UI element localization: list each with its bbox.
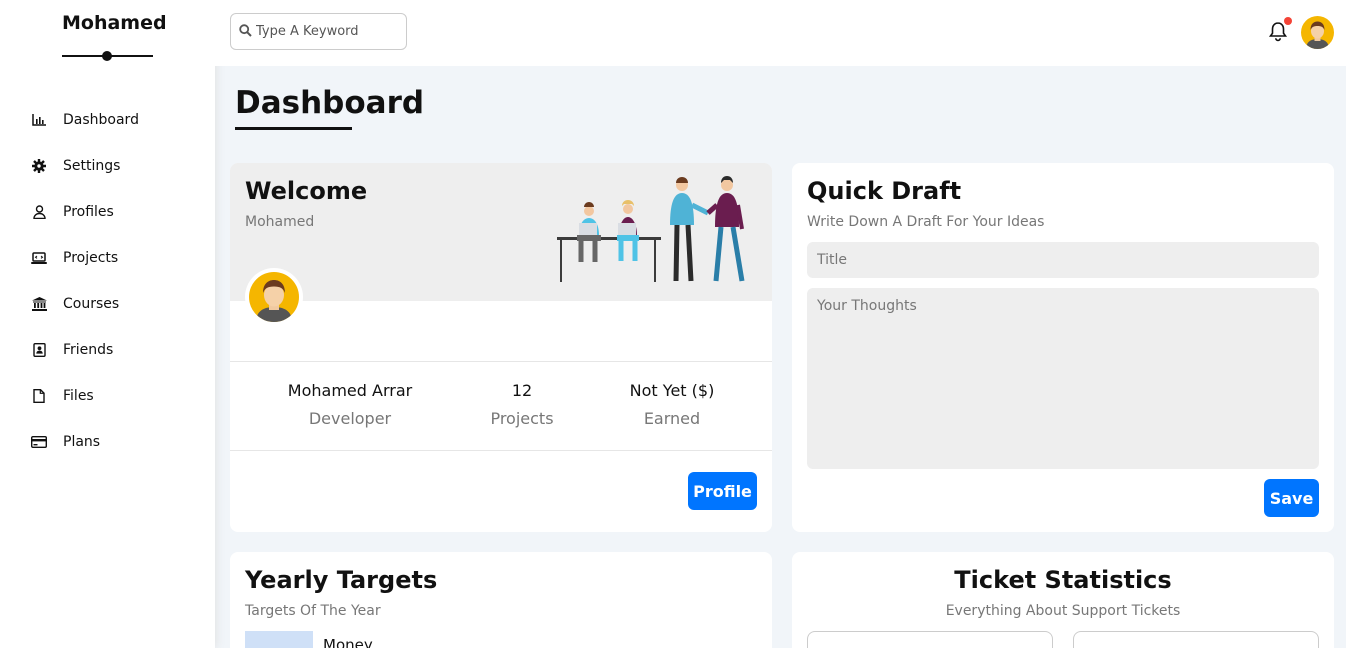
draft-subtitle: Write Down A Draft For Your Ideas [807, 214, 1045, 230]
brand-dot [102, 51, 112, 61]
sidebar-item-settings[interactable]: Settings [0, 143, 215, 189]
welcome-banner: Welcome Mohamed [230, 163, 772, 301]
sidebar: Mohamed Dashboard Settings Profiles Proj… [0, 0, 215, 648]
welcome-card: Welcome Mohamed Mohamed Arrar Developer … [230, 163, 772, 532]
sidebar-item-dashboard[interactable]: Dashboard [0, 97, 215, 143]
draft-thoughts-textarea[interactable] [807, 288, 1319, 469]
stat-value: Not Yet ($) [629, 381, 715, 400]
bank-icon [31, 296, 47, 312]
sidebar-item-label: Profiles [63, 204, 114, 220]
sidebar-item-plans[interactable]: Plans [0, 419, 215, 465]
search-box[interactable] [230, 13, 407, 50]
welcome-title: Welcome [245, 177, 368, 205]
save-button[interactable]: Save [1264, 479, 1319, 517]
sidebar-nav: Dashboard Settings Profiles Projects Cou… [0, 97, 215, 465]
bar-chart-icon [31, 112, 47, 128]
team-illustration-icon [557, 176, 745, 282]
avatar [245, 268, 303, 326]
tickets-subtitle: Everything About Support Tickets [945, 603, 1181, 619]
ticket-stat-box [807, 631, 1053, 648]
credit-card-icon [31, 434, 47, 450]
profile-button[interactable]: Profile [688, 472, 757, 510]
sidebar-item-projects[interactable]: Projects [0, 235, 215, 281]
ticket-stat-box [1073, 631, 1319, 648]
stat-label: Earned [643, 409, 701, 428]
draft-title-input[interactable] [807, 242, 1319, 278]
sidebar-item-friends[interactable]: Friends [0, 327, 215, 373]
sidebar-item-label: Courses [63, 296, 120, 312]
divider [230, 361, 772, 362]
sidebar-item-files[interactable]: Files [0, 373, 215, 419]
target-label: Money [323, 636, 373, 648]
quick-draft-card: Quick Draft Write Down A Draft For Your … [792, 163, 1334, 532]
sidebar-item-label: Dashboard [63, 112, 139, 128]
draft-title: Quick Draft [807, 177, 962, 205]
yearly-subtitle: Targets Of The Year [245, 603, 381, 619]
money-icon [245, 631, 313, 648]
stat-earned: Not Yet ($) Earned [582, 381, 762, 428]
sidebar-item-label: Settings [63, 158, 121, 174]
search-icon [239, 22, 252, 41]
notification-badge [1284, 17, 1292, 25]
sidebar-item-label: Plans [63, 434, 101, 450]
laptop-icon [31, 250, 47, 266]
file-icon [31, 388, 47, 404]
address-book-icon [31, 342, 47, 358]
sidebar-item-profiles[interactable]: Profiles [0, 189, 215, 235]
user-icon [31, 204, 47, 220]
sidebar-item-label: Projects [63, 250, 119, 266]
tickets-title: Ticket Statistics [954, 566, 1172, 594]
search-input[interactable] [256, 24, 396, 39]
stat-name: Mohamed Arrar Developer [260, 381, 440, 428]
brand-title: Mohamed [62, 12, 167, 34]
sidebar-item-label: Files [63, 388, 94, 404]
page-title: Dashboard [235, 85, 425, 121]
sidebar-item-courses[interactable]: Courses [0, 281, 215, 327]
gear-icon [31, 158, 47, 174]
ticket-statistics-card: Ticket Statistics Everything About Suppo… [792, 552, 1334, 648]
yearly-targets-card: Yearly Targets Targets Of The Year Money [230, 552, 772, 648]
avatar[interactable] [1301, 16, 1334, 49]
yearly-title: Yearly Targets [245, 566, 438, 594]
sidebar-item-label: Friends [63, 342, 114, 358]
page-title-underline [235, 127, 352, 130]
welcome-subtitle: Mohamed [245, 214, 315, 230]
stat-label: Developer [308, 409, 392, 428]
stat-value: Mohamed Arrar [287, 381, 413, 400]
divider [230, 450, 772, 451]
top-header [215, 0, 1346, 66]
